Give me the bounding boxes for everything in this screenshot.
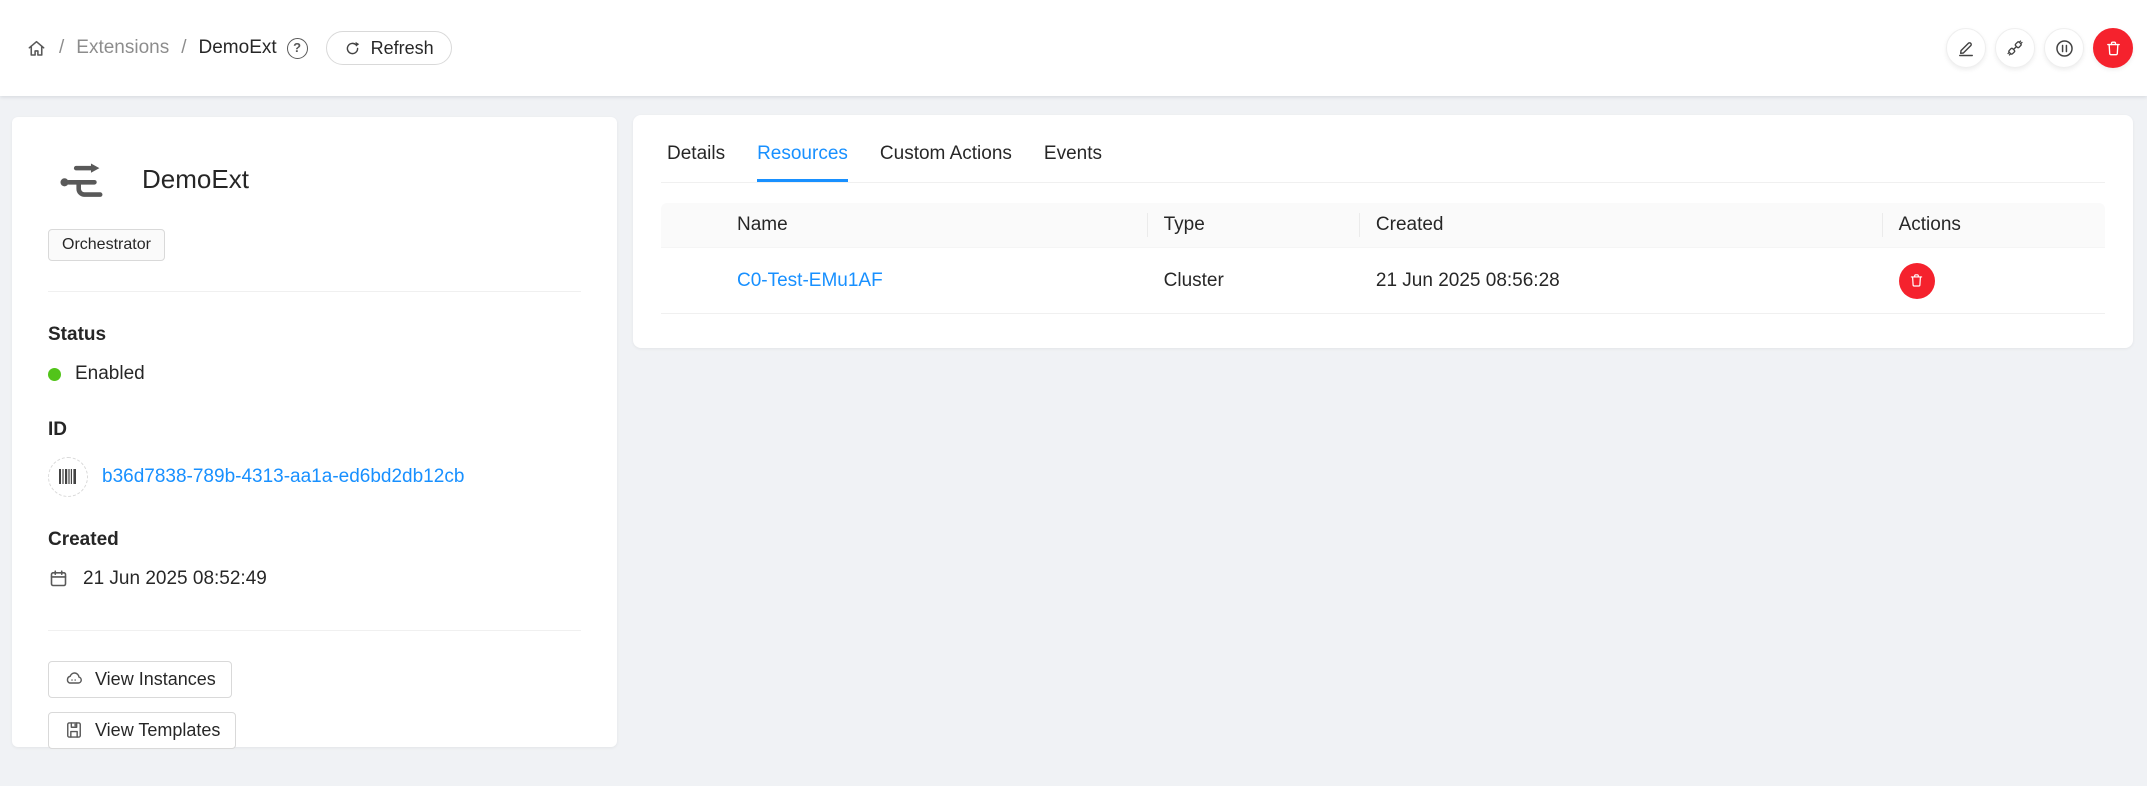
view-templates-button[interactable]: View Templates [48, 712, 236, 749]
extension-header: DemoExt [48, 157, 581, 203]
home-icon[interactable] [26, 38, 47, 59]
column-header-type: Type [1148, 203, 1360, 248]
extension-type-icon [58, 157, 104, 203]
extension-id-link[interactable]: b36d7838-789b-4313-aa1a-ed6bd2db12cb [102, 464, 464, 490]
save-icon [64, 720, 84, 740]
edit-icon [1956, 38, 1976, 58]
barcode-icon [48, 457, 88, 497]
refresh-button[interactable]: Refresh [326, 31, 452, 65]
pause-button[interactable] [2044, 28, 2084, 68]
status-section: Status Enabled [48, 322, 581, 387]
delete-icon [2104, 39, 2123, 58]
breadcrumb-separator: / [59, 35, 64, 61]
view-templates-label: View Templates [95, 720, 220, 741]
tab-details[interactable]: Details [667, 141, 725, 182]
breadcrumb-separator: / [181, 35, 186, 61]
card-buttons: View Instances View Templates [48, 661, 581, 749]
api-icon [2005, 38, 2025, 58]
resource-created-cell: 21 Jun 2025 08:56:28 [1360, 248, 1883, 314]
column-header-name: Name [661, 203, 1148, 248]
api-button[interactable] [1995, 28, 2035, 68]
question-circle-icon[interactable]: ? [287, 38, 308, 59]
topbar: / Extensions / DemoExt ? Refresh [0, 0, 2147, 96]
resources-table: Name Type Created Actions C0-Test-EMu1AF… [661, 203, 2105, 315]
tab-resources[interactable]: Resources [757, 141, 848, 182]
created-section: Created 21 Jun 2025 08:52:49 [48, 527, 581, 592]
tab-events[interactable]: Events [1044, 141, 1102, 182]
resources-card: Details Resources Custom Actions Events … [633, 115, 2133, 348]
orchestrator-tag: Orchestrator [48, 229, 165, 261]
status-dot-icon [48, 368, 61, 381]
extension-title: DemoExt [142, 162, 249, 197]
column-header-created: Created [1360, 203, 1883, 248]
id-label: ID [48, 417, 581, 443]
extension-detail-card: DemoExt Orchestrator Status Enabled ID [12, 117, 617, 747]
resource-name-link[interactable]: C0-Test-EMu1AF [737, 270, 883, 291]
divider [48, 630, 581, 631]
id-section: ID b36d7838-789b-4313-aa1a-ed6bd2db12cb [48, 417, 581, 497]
status-label: Status [48, 322, 581, 348]
column-header-actions: Actions [1883, 203, 2105, 248]
divider [48, 291, 581, 292]
pause-circle-icon [2054, 38, 2075, 59]
view-instances-label: View Instances [95, 669, 216, 690]
breadcrumb-item-current: DemoExt [199, 35, 277, 61]
screen: / Extensions / DemoExt ? Refresh [0, 0, 2147, 786]
breadcrumb-item-extensions[interactable]: Extensions [76, 35, 169, 61]
created-label: Created [48, 527, 581, 553]
table-header-row: Name Type Created Actions [661, 203, 2105, 248]
refresh-icon [344, 40, 361, 57]
topbar-actions [1946, 28, 2133, 68]
created-value: 21 Jun 2025 08:52:49 [83, 566, 267, 592]
status-value: Enabled [75, 361, 145, 387]
tab-bar: Details Resources Custom Actions Events [661, 141, 2105, 183]
view-instances-button[interactable]: View Instances [48, 661, 232, 698]
delete-icon [1908, 272, 1925, 289]
tab-custom-actions[interactable]: Custom Actions [880, 141, 1012, 182]
breadcrumb: / Extensions / DemoExt ? Refresh [26, 31, 452, 65]
row-delete-button[interactable] [1899, 263, 1935, 299]
delete-button[interactable] [2093, 28, 2133, 68]
resource-type-cell: Cluster [1148, 248, 1360, 314]
edit-button[interactable] [1946, 28, 1986, 68]
refresh-label: Refresh [371, 38, 434, 59]
calendar-icon [48, 568, 69, 589]
cloud-server-icon [64, 669, 84, 689]
table-row: C0-Test-EMu1AF Cluster 21 Jun 2025 08:56… [661, 248, 2105, 314]
